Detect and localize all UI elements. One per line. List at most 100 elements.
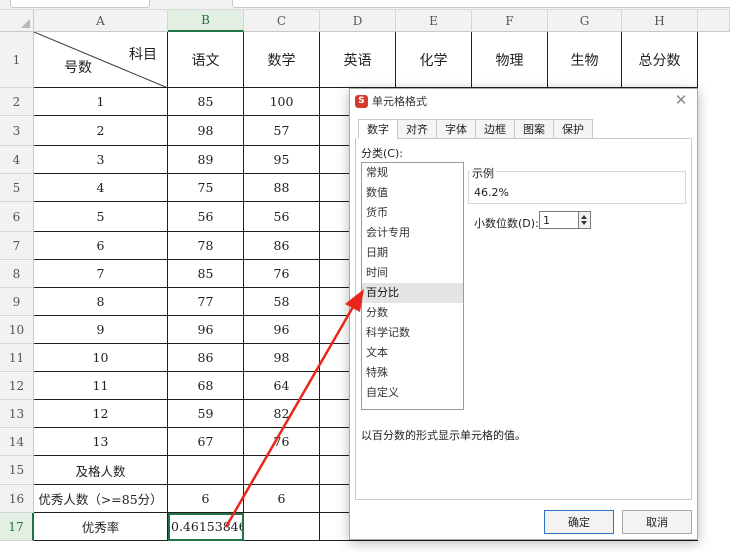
column-header-h[interactable]: H — [622, 10, 698, 32]
tab-1[interactable]: 对齐 — [397, 119, 436, 139]
category-item[interactable]: 百分比 — [362, 283, 463, 303]
close-icon[interactable]: ✕ — [673, 92, 689, 108]
column-header-g[interactable]: G — [548, 10, 622, 32]
summary-label-cell[interactable]: 优秀人数（>=85分） — [34, 485, 168, 513]
table-cell[interactable]: 11 — [34, 372, 168, 400]
table-cell[interactable]: 5 — [34, 202, 168, 232]
subject-header-cell[interactable]: 语文 — [168, 32, 244, 88]
subject-header-cell[interactable]: 物理 — [472, 32, 548, 88]
table-cell[interactable]: 98 — [168, 116, 244, 146]
column-header-f[interactable]: F — [472, 10, 548, 32]
table-cell[interactable]: 7 — [34, 260, 168, 288]
category-list[interactable]: 常规 数值 货币 会计专用 日期 时间 百分比 分数 科学记数 文本 特殊 自定义 — [361, 162, 464, 410]
select-all-corner[interactable] — [0, 10, 34, 32]
row-header-10[interactable]: 10 — [0, 316, 34, 344]
subject-header-cell[interactable]: 英语 — [320, 32, 396, 88]
category-item[interactable]: 特殊 — [362, 363, 463, 383]
table-cell[interactable]: 13 — [34, 428, 168, 456]
row-header-1[interactable]: 1 — [0, 32, 34, 88]
row-header-6[interactable]: 6 — [0, 202, 34, 232]
table-cell[interactable]: 86 — [244, 232, 320, 260]
table-cell[interactable]: 98 — [244, 344, 320, 372]
formula-input[interactable] — [232, 0, 730, 8]
row-header-14[interactable]: 14 — [0, 428, 34, 456]
table-cell[interactable]: 8 — [34, 288, 168, 316]
table-cell[interactable]: 85 — [168, 88, 244, 116]
table-cell[interactable]: 100 — [244, 88, 320, 116]
row-header-16[interactable]: 16 — [0, 485, 34, 513]
category-item[interactable]: 科学记数 — [362, 323, 463, 343]
category-item[interactable]: 货币 — [362, 203, 463, 223]
table-cell[interactable]: 12 — [34, 400, 168, 428]
dialog-title-bar[interactable]: S 单元格格式 ✕ — [350, 89, 697, 113]
ok-button[interactable]: 确定 — [544, 510, 614, 534]
category-item[interactable]: 日期 — [362, 243, 463, 263]
table-cell[interactable]: 86 — [168, 344, 244, 372]
decimals-input[interactable]: 1 — [539, 211, 579, 229]
table-cell[interactable]: 82 — [244, 400, 320, 428]
table-cell[interactable]: 1 — [34, 88, 168, 116]
table-cell[interactable]: 67 — [168, 428, 244, 456]
spin-up-icon[interactable] — [581, 215, 587, 219]
table-cell[interactable] — [244, 513, 320, 541]
table-cell[interactable]: 2 — [34, 116, 168, 146]
table-cell[interactable]: 9 — [34, 316, 168, 344]
row-header-13[interactable]: 13 — [0, 400, 34, 428]
name-box[interactable] — [10, 0, 150, 8]
table-cell[interactable]: 6 — [168, 485, 244, 513]
tab-5[interactable]: 保护 — [553, 119, 593, 139]
table-cell[interactable] — [168, 456, 244, 485]
table-cell[interactable]: 75 — [168, 174, 244, 202]
table-cell[interactable]: 4 — [34, 174, 168, 202]
table-cell[interactable]: 64 — [244, 372, 320, 400]
row-header-4[interactable]: 4 — [0, 146, 34, 174]
table-cell[interactable]: 76 — [244, 260, 320, 288]
row-header-17[interactable]: 17 — [0, 513, 34, 541]
tab-0[interactable]: 数字 — [358, 119, 397, 139]
table-cell[interactable]: 3 — [34, 146, 168, 174]
row-header-7[interactable]: 7 — [0, 232, 34, 260]
column-header-a[interactable]: A — [34, 10, 168, 32]
table-cell[interactable]: 78 — [168, 232, 244, 260]
row-header-15[interactable]: 15 — [0, 456, 34, 485]
table-cell[interactable]: 76 — [244, 428, 320, 456]
table-cell[interactable]: 96 — [244, 316, 320, 344]
table-cell[interactable]: 85 — [168, 260, 244, 288]
decimals-spinner[interactable] — [579, 211, 591, 229]
row-header-8[interactable]: 8 — [0, 260, 34, 288]
category-item[interactable]: 文本 — [362, 343, 463, 363]
category-item[interactable]: 常规 — [362, 163, 463, 183]
column-header-c[interactable]: C — [244, 10, 320, 32]
table-cell[interactable]: 6 — [34, 232, 168, 260]
table-cell[interactable]: 10 — [34, 344, 168, 372]
subject-header-cell[interactable]: 生物 — [548, 32, 622, 88]
table-cell[interactable]: 56 — [168, 202, 244, 232]
summary-label-cell[interactable]: 及格人数 — [34, 456, 168, 485]
tab-3[interactable]: 边框 — [475, 119, 514, 139]
category-item[interactable]: 数值 — [362, 183, 463, 203]
row-header-3[interactable]: 3 — [0, 116, 34, 146]
table-cell[interactable]: 96 — [168, 316, 244, 344]
table-cell[interactable]: 95 — [244, 146, 320, 174]
row-header-5[interactable]: 5 — [0, 174, 34, 202]
row-header-2[interactable]: 2 — [0, 88, 34, 116]
column-header-e[interactable]: E — [396, 10, 472, 32]
table-cell[interactable]: 68 — [168, 372, 244, 400]
row-header-11[interactable]: 11 — [0, 344, 34, 372]
category-item[interactable]: 会计专用 — [362, 223, 463, 243]
subject-header-cell[interactable]: 总分数 — [622, 32, 698, 88]
subject-header-cell[interactable]: 数学 — [244, 32, 320, 88]
spin-down-icon[interactable] — [581, 221, 587, 225]
table-cell[interactable]: 0.46153846 — [168, 513, 244, 541]
category-item[interactable]: 时间 — [362, 263, 463, 283]
table-cell[interactable]: 58 — [244, 288, 320, 316]
subject-header-cell[interactable]: 化学 — [396, 32, 472, 88]
row-header-9[interactable]: 9 — [0, 288, 34, 316]
table-cell[interactable]: 88 — [244, 174, 320, 202]
summary-label-cell[interactable]: 优秀率 — [34, 513, 168, 541]
tab-4[interactable]: 图案 — [514, 119, 553, 139]
column-header-d[interactable]: D — [320, 10, 396, 32]
column-header-b[interactable]: B — [168, 10, 244, 32]
cancel-button[interactable]: 取消 — [622, 510, 692, 534]
tab-2[interactable]: 字体 — [436, 119, 475, 139]
